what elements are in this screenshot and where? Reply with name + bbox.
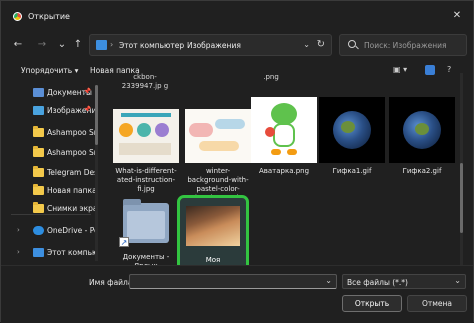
- close-icon[interactable]: ✕: [451, 10, 463, 22]
- address-dropdown-icon[interactable]: ⌄: [303, 40, 310, 49]
- chrome-logo-icon: [13, 12, 22, 21]
- folder-icon: [33, 146, 44, 157]
- cancel-button[interactable]: Отмена: [407, 295, 467, 312]
- pictures-icon: [33, 106, 44, 115]
- file-thumbnail: [319, 97, 385, 163]
- navigation-pane: Документы 📌 Изображения 📌 Ashampoo Snap …: [1, 83, 97, 263]
- pin-icon: 📌: [83, 106, 91, 113]
- sidebar-item-documents[interactable]: Документы 📌: [1, 83, 97, 103]
- recent-locations-chevron-icon[interactable]: ⌄: [55, 38, 69, 52]
- refresh-icon[interactable]: ↻: [317, 39, 325, 50]
- filter-dropdown-icon[interactable]: ⌄: [454, 276, 461, 285]
- sidebar-item-label: OneDrive - Personal: [47, 226, 95, 235]
- file-thumbnail: [251, 97, 317, 163]
- folder-icon: [33, 166, 44, 177]
- documents-icon: [33, 88, 44, 97]
- open-button[interactable]: Открыть: [342, 295, 402, 312]
- search-icon: [348, 40, 356, 48]
- file-name: Гифка2.gif: [402, 167, 442, 175]
- breadcrumb-separator: ›: [110, 40, 114, 49]
- breadcrumb-this-pc[interactable]: Этот компьютер: [119, 41, 184, 50]
- title-bar: Открытие ✕: [1, 1, 473, 31]
- folder-icon: [33, 184, 44, 195]
- expand-chevron-icon[interactable]: ›: [17, 226, 20, 234]
- sidebar-item-label: Ashampoo Snap: [47, 128, 95, 137]
- expand-chevron-icon[interactable]: ›: [17, 248, 20, 256]
- file-list-scrollbar-thumb[interactable]: [460, 163, 463, 233]
- sidebar-item-label: Снимки экрана: [47, 204, 95, 213]
- navigation-bar: ← → ⌄ ↑ › Этот компьютер › Изображения ›…: [1, 31, 473, 59]
- sidebar-divider: [11, 214, 91, 215]
- sidebar-item-telegram-desktop[interactable]: Telegram Desktop: [1, 163, 97, 183]
- file-open-dialog: Открытие ✕ ← → ⌄ ↑ › Этот компьютер › Из…: [0, 0, 474, 323]
- file-type-filter[interactable]: Все файлы (*.*) ⌄: [342, 274, 466, 289]
- file-thumbnail: [113, 109, 179, 163]
- file-thumbnail: ↗: [113, 195, 179, 249]
- file-list-scrollbar[interactable]: [460, 73, 463, 268]
- file-thumbnail: [389, 97, 455, 163]
- computer-icon: [96, 40, 107, 50]
- organize-button[interactable]: Упорядочить ▾: [21, 66, 78, 75]
- file-list: ckbon-2339947.jp g .png What-is-differen…: [105, 69, 465, 271]
- file-name: Гифка1.gif: [332, 167, 372, 175]
- breadcrumb-separator: ›: [179, 40, 183, 49]
- sidebar-item-ashampoo-snap-2[interactable]: Ashampoo Snap: [1, 143, 97, 163]
- sidebar-item-label: Этот компьютер: [47, 248, 95, 257]
- breadcrumb-pictures[interactable]: Изображения: [187, 41, 241, 50]
- filename-input[interactable]: ⌄: [129, 274, 337, 289]
- search-box[interactable]: Поиск: Изображения: [339, 34, 467, 56]
- forward-arrow-icon[interactable]: →: [35, 38, 49, 52]
- sidebar-item-screenshots[interactable]: Снимки экрана: [1, 199, 97, 219]
- sidebar-item-label: Новая папка: [47, 186, 95, 195]
- file-thumbnail: [186, 206, 240, 246]
- filename-dropdown-icon[interactable]: ⌄: [325, 276, 332, 285]
- folder-icon: [33, 126, 44, 137]
- file-thumbnail: [185, 109, 251, 163]
- sidebar-item-onedrive[interactable]: › OneDrive - Personal: [1, 221, 97, 241]
- sidebar-item-new-folder[interactable]: Новая папка: [1, 181, 97, 201]
- up-arrow-icon[interactable]: ↑: [71, 38, 85, 52]
- file-name: Аватарка.png: [258, 167, 310, 175]
- file-name: What-is-different-ated-instruction-fi.jp…: [115, 167, 177, 193]
- breadcrumb-separator: ›: [238, 40, 242, 49]
- partial-file-name[interactable]: .png: [261, 73, 281, 82]
- sidebar-scrollbar[interactable]: [95, 85, 98, 261]
- selected-file-item[interactable]: Моя фотография.png: [177, 195, 249, 271]
- sidebar-item-this-pc[interactable]: › Этот компьютер: [1, 243, 97, 263]
- address-bar[interactable]: › Этот компьютер › Изображения › ⌄ ↻: [89, 34, 332, 56]
- dialog-footer: Имя файла: ⌄ Все файлы (*.*) ⌄ Открыть О…: [1, 265, 473, 323]
- file-type-filter-value: Все файлы (*.*): [347, 278, 408, 287]
- sidebar-item-ashampoo-snap-1[interactable]: Ashampoo Snap: [1, 123, 97, 143]
- computer-icon: [33, 248, 44, 257]
- cloud-icon: [33, 226, 44, 235]
- folder-icon: [33, 202, 44, 213]
- pin-icon: 📌: [83, 88, 91, 95]
- search-placeholder: Поиск: Изображения: [364, 41, 447, 50]
- sidebar-item-pictures[interactable]: Изображения 📌: [1, 101, 97, 121]
- back-arrow-icon[interactable]: ←: [11, 38, 25, 52]
- sidebar-scrollbar-thumb[interactable]: [95, 85, 98, 145]
- partial-file-name[interactable]: ckbon-2339947.jp g: [115, 73, 175, 91]
- sidebar-item-label: Telegram Desktop: [47, 168, 95, 177]
- sidebar-item-label: Ashampoo Snap: [47, 148, 95, 157]
- window-title: Открытие: [28, 12, 70, 21]
